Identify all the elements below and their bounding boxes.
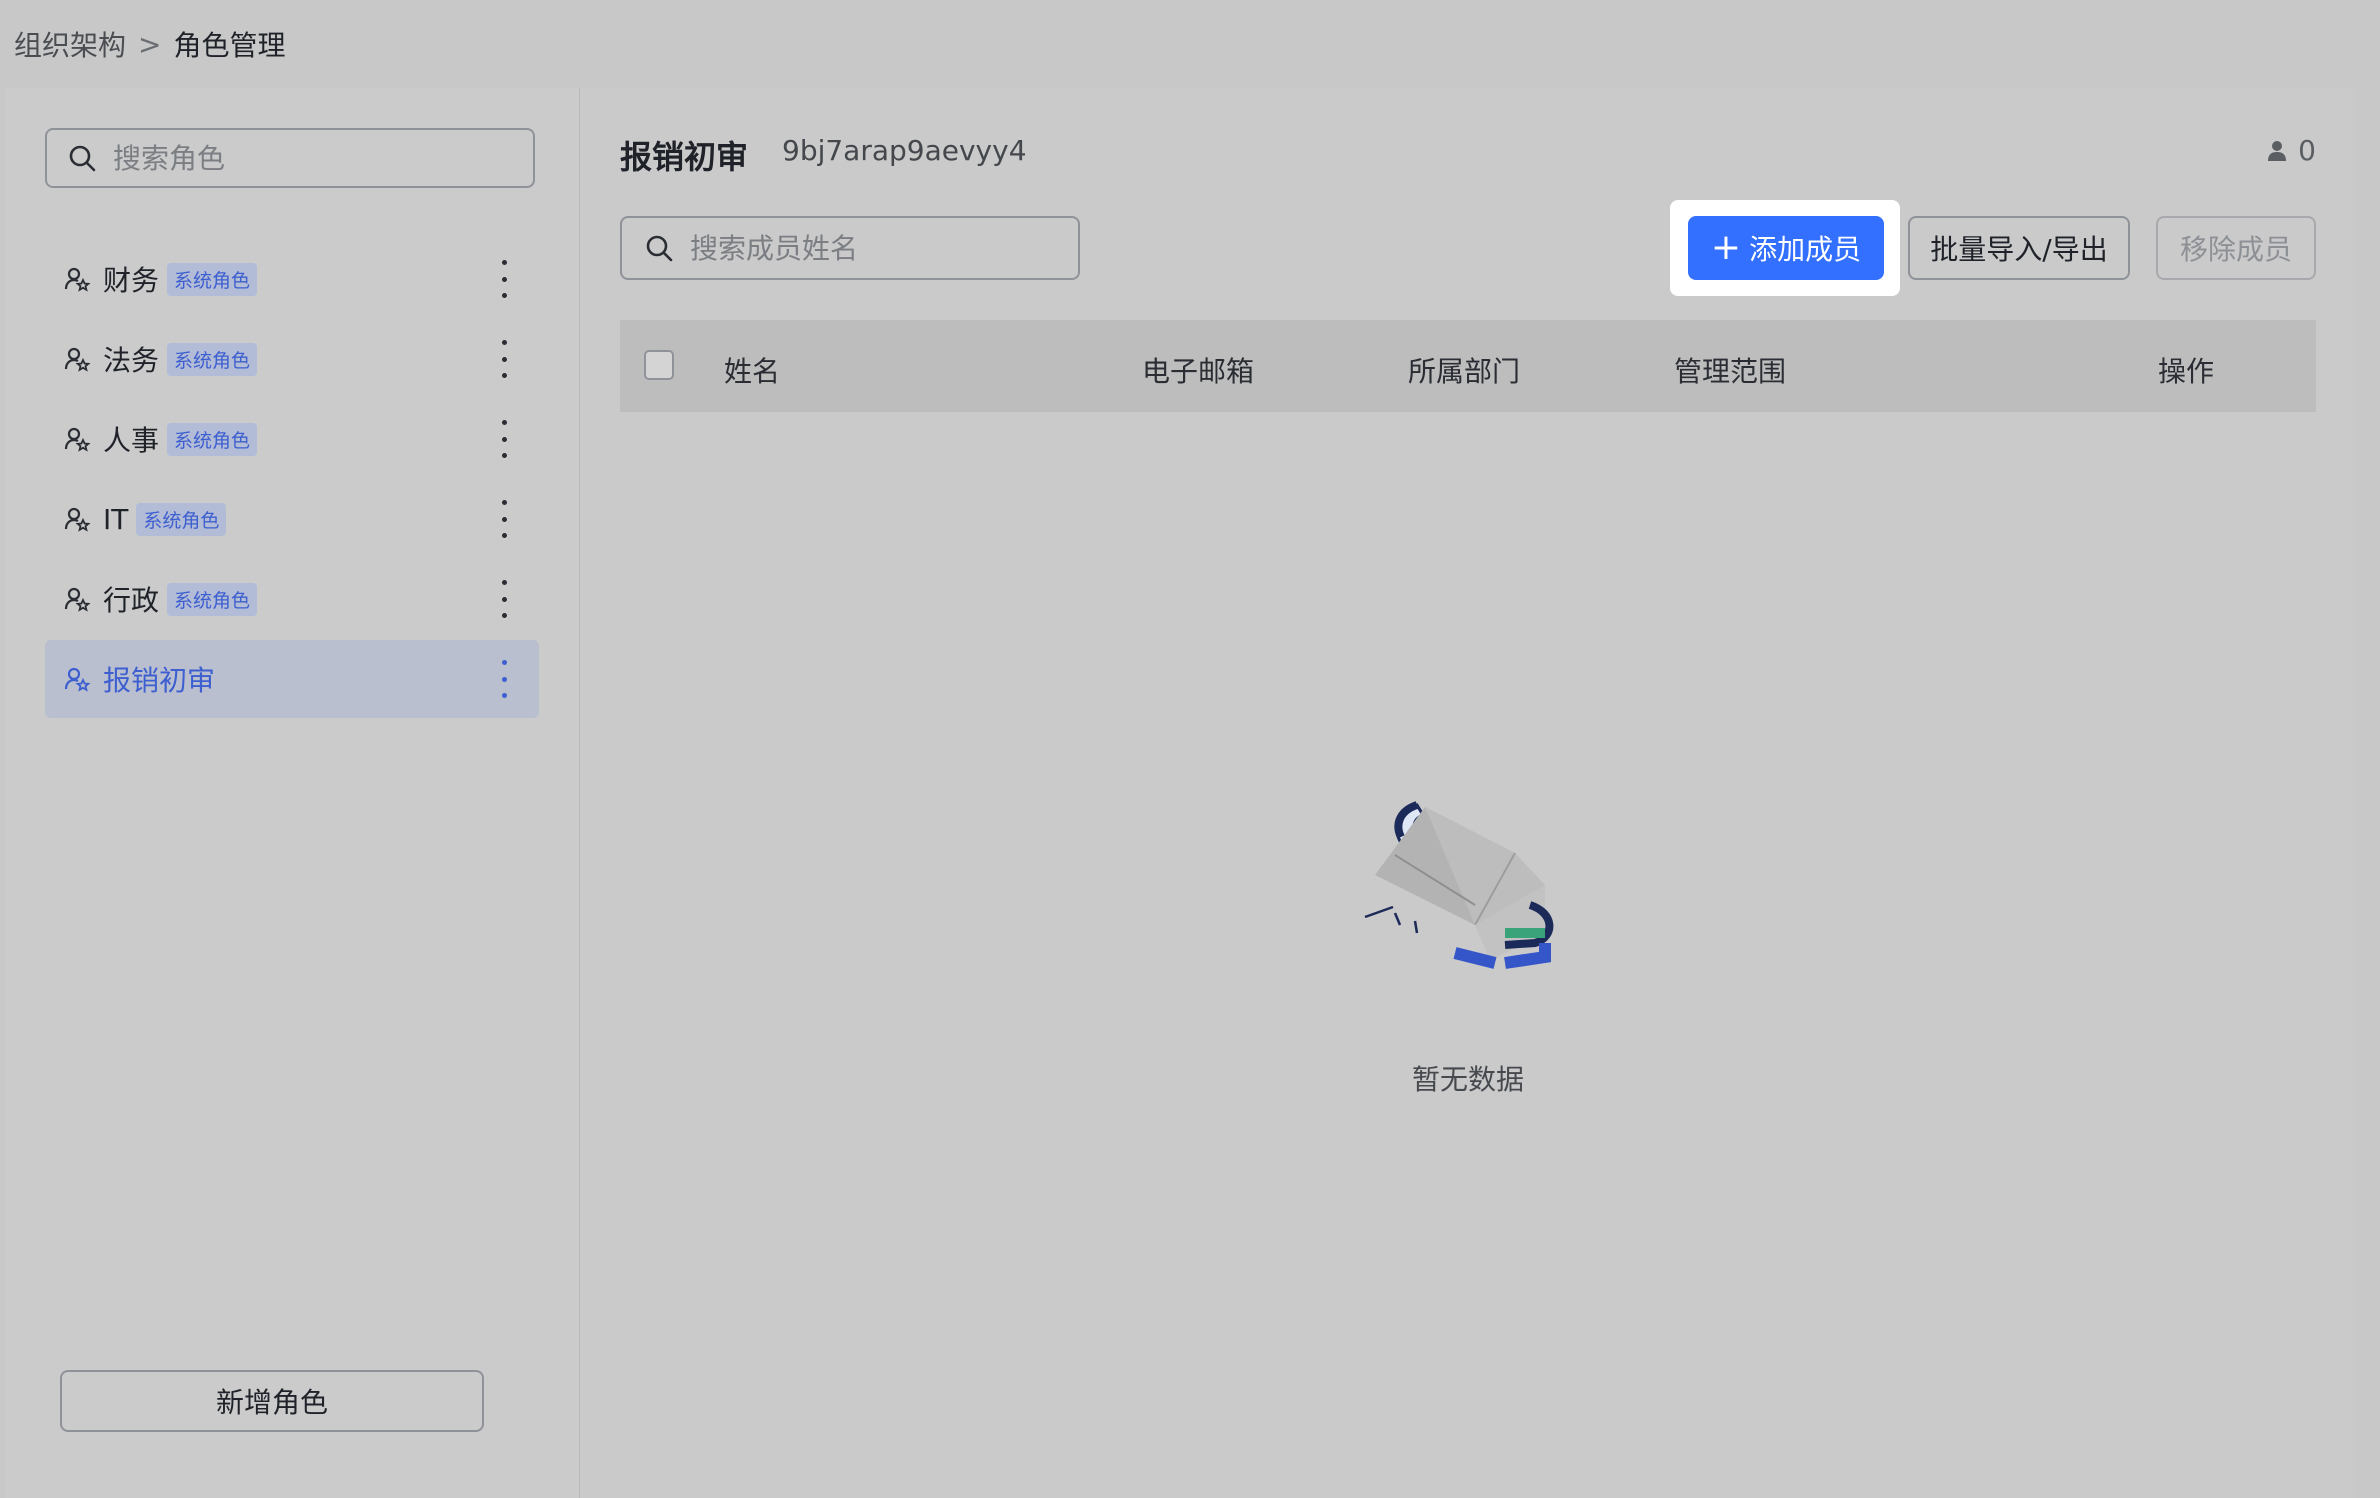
search-icon	[646, 235, 673, 262]
table-header: 姓名 电子邮箱 所属部门 管理范围 操作	[620, 320, 2316, 412]
role-sidebar: 财务 系统角色 法务 系统角色 人事 系统角色 IT 系统角色 行政 系统角色	[5, 88, 581, 1498]
role-id: 9bj7arap9aevyy4	[782, 134, 1027, 167]
role-name: 行政	[103, 584, 160, 617]
role-detail-panel: 报销初审 9bj7arap9aevyy4 0 + 添加成员 批量导入/导出 移除…	[580, 88, 2356, 1498]
role-user-icon	[64, 507, 91, 532]
role-list: 财务 系统角色 法务 系统角色 人事 系统角色 IT 系统角色 行政 系统角色	[45, 240, 539, 720]
more-options-icon[interactable]	[497, 660, 511, 698]
role-item-admin[interactable]: 行政 系统角色	[45, 560, 539, 638]
role-name: 法务	[103, 344, 160, 377]
member-search-box[interactable]	[620, 216, 1080, 280]
role-name: 人事	[103, 424, 160, 457]
breadcrumb: 组织架构 > 角色管理	[14, 24, 286, 64]
more-options-icon[interactable]	[497, 500, 511, 538]
add-member-label: 添加成员	[1749, 233, 1862, 266]
role-name: IT	[103, 502, 129, 536]
role-title: 报销初审	[620, 138, 749, 176]
person-icon	[2268, 140, 2287, 161]
role-user-icon	[64, 347, 91, 372]
role-item-it[interactable]: IT 系统角色	[45, 480, 539, 558]
search-icon	[69, 145, 96, 172]
add-role-button[interactable]: 新增角色	[60, 1370, 484, 1432]
column-header-email[interactable]: 电子邮箱	[1142, 350, 1254, 390]
select-all-checkbox[interactable]	[644, 350, 674, 380]
member-count: 0	[2266, 134, 2316, 167]
role-user-icon	[64, 587, 91, 612]
role-search-input[interactable]	[111, 140, 495, 176]
system-role-badge: 系统角色	[167, 422, 258, 456]
more-options-icon[interactable]	[497, 260, 511, 298]
system-role-badge: 系统角色	[167, 262, 258, 296]
more-options-icon[interactable]	[497, 420, 511, 458]
more-options-icon[interactable]	[497, 580, 511, 618]
role-item-finance[interactable]: 财务 系统角色	[45, 240, 539, 318]
role-user-icon	[64, 427, 91, 452]
role-name: 财务	[103, 264, 160, 297]
column-header-name[interactable]: 姓名	[724, 350, 780, 390]
system-role-badge: 系统角色	[167, 342, 258, 376]
role-item-hr[interactable]: 人事 系统角色	[45, 400, 539, 478]
role-name: 报销初审	[103, 664, 216, 697]
column-header-actions[interactable]: 操作	[2158, 350, 2214, 390]
more-options-icon[interactable]	[497, 340, 511, 378]
role-search-box[interactable]	[45, 128, 535, 188]
plus-icon: +	[1710, 227, 1742, 268]
breadcrumb-parent[interactable]: 组织架构	[14, 24, 126, 64]
empty-state-text: 暂无数据	[1411, 1063, 1524, 1096]
member-count-value: 0	[2298, 134, 2316, 167]
system-role-badge: 系统角色	[167, 582, 258, 616]
batch-import-export-button[interactable]: 批量导入/导出	[1908, 216, 2130, 280]
column-header-scope[interactable]: 管理范围	[1674, 350, 1786, 390]
column-header-department[interactable]: 所属部门	[1408, 350, 1520, 390]
role-item-legal[interactable]: 法务 系统角色	[45, 320, 539, 398]
empty-box-illustration	[1364, 801, 1554, 969]
role-item-expense-review[interactable]: 报销初审	[45, 640, 539, 718]
breadcrumb-current: 角色管理	[173, 29, 286, 62]
member-search-input[interactable]	[688, 230, 1072, 266]
role-user-icon	[64, 267, 91, 292]
add-member-button[interactable]: + 添加成员	[1688, 216, 1884, 280]
role-user-icon	[64, 667, 91, 692]
remove-member-button[interactable]: 移除成员	[2156, 216, 2316, 280]
chevron-right-icon: >	[138, 27, 162, 61]
system-role-badge: 系统角色	[136, 502, 227, 536]
